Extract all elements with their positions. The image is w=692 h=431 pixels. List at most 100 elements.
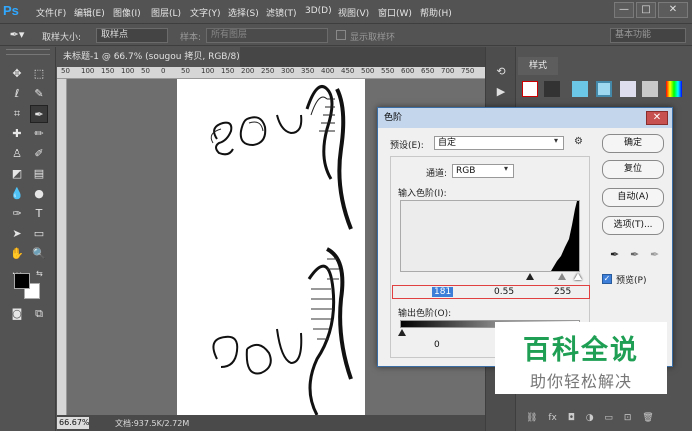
show-ring-checkbox[interactable] xyxy=(336,30,346,40)
midtone-slider[interactable] xyxy=(558,273,566,280)
channel-label: 通道: xyxy=(426,169,448,179)
style-swatch[interactable] xyxy=(596,81,612,97)
dodge-tool-icon[interactable]: ● xyxy=(30,185,48,203)
crop-tool-icon[interactable]: ⌗ xyxy=(8,105,26,123)
close-window-button[interactable]: ✕ xyxy=(658,2,688,18)
ruler-tick-label: 550 xyxy=(381,67,395,75)
levels-dialog-title[interactable]: 色阶 xyxy=(378,108,672,128)
reset-button[interactable]: 复位 xyxy=(602,160,664,179)
link-layers-icon[interactable]: ⛓ xyxy=(526,413,537,423)
gradient-tool-icon[interactable]: ▤ xyxy=(30,165,48,183)
sample-layers-select[interactable]: 所有图层 xyxy=(206,28,328,43)
menu-edit[interactable]: 编辑(E) xyxy=(74,6,105,19)
input-gamma-value[interactable]: 0.55 xyxy=(494,287,514,297)
history-panel-icon[interactable]: ⟲ xyxy=(492,65,510,78)
rectangle-tool-icon[interactable]: ▭ xyxy=(30,225,48,243)
lasso-tool-icon[interactable]: ℓ xyxy=(8,85,26,103)
output-black-value[interactable]: 0 xyxy=(434,340,440,350)
clone-stamp-tool-icon[interactable]: ♙ xyxy=(8,145,26,163)
sample-size-select[interactable]: 取样点 xyxy=(96,28,168,43)
ruler-tick-label: 50 xyxy=(141,67,150,75)
input-white-value[interactable]: 255 xyxy=(554,287,571,297)
output-black-slider[interactable] xyxy=(398,329,406,336)
preview-checkbox[interactable]: ✓ xyxy=(602,274,612,284)
foreground-color-swatch[interactable] xyxy=(14,273,30,289)
status-bar: 66.67% 文档:937.5K/2.72M xyxy=(57,415,485,431)
hand-tool-icon[interactable]: ✋ xyxy=(8,245,26,263)
menu-type[interactable]: 文字(Y) xyxy=(190,6,221,19)
photoshop-logo: Ps xyxy=(3,3,19,18)
path-select-tool-icon[interactable]: ➤ xyxy=(8,225,26,243)
quick-select-tool-icon[interactable]: ✎ xyxy=(30,85,48,103)
menu-file[interactable]: 文件(F) xyxy=(36,6,66,19)
preset-select[interactable]: 自定 xyxy=(434,136,564,150)
actions-panel-icon[interactable]: ▶ xyxy=(492,85,510,98)
white-eyedropper-icon[interactable]: ✒ xyxy=(650,248,659,261)
document-canvas[interactable] xyxy=(177,79,365,415)
blur-tool-icon[interactable]: 💧 xyxy=(8,185,26,203)
screen-mode-icon[interactable]: ⧉ xyxy=(30,305,48,323)
fx-icon[interactable]: fx xyxy=(548,413,557,423)
menu-window[interactable]: 窗口(W) xyxy=(378,6,412,19)
healing-brush-tool-icon[interactable]: ✚ xyxy=(8,125,26,143)
style-swatch[interactable] xyxy=(544,81,560,97)
gray-eyedropper-icon[interactable]: ✒ xyxy=(630,248,639,261)
style-swatch[interactable] xyxy=(666,81,682,97)
move-tool-icon[interactable]: ✥ xyxy=(8,65,26,83)
tab-styles[interactable]: 样式 xyxy=(518,57,558,75)
menu-image[interactable]: 图像(I) xyxy=(113,6,141,19)
ruler-tick-label: 100 xyxy=(201,67,215,75)
style-swatch[interactable] xyxy=(642,81,658,97)
eyedropper-tool-icon[interactable]: ✒ xyxy=(30,105,48,123)
options-button[interactable]: 选项(T)... xyxy=(602,216,664,235)
ok-button[interactable]: 确定 xyxy=(602,134,664,153)
levels-close-button[interactable]: ✕ xyxy=(646,111,668,125)
chevron-down-icon: ▾ xyxy=(554,136,559,145)
brush-tool-icon[interactable]: ✏ xyxy=(30,125,48,143)
auto-button[interactable]: 自动(A) xyxy=(602,188,664,207)
adjustment-layer-icon[interactable]: ◑ xyxy=(586,413,594,423)
ruler-tick-label: 250 xyxy=(261,67,275,75)
add-mask-icon[interactable]: ◘ xyxy=(568,413,575,423)
delete-layer-icon[interactable]: 🗑 xyxy=(642,413,653,423)
preset-options-gear-icon[interactable]: ⚙ xyxy=(574,136,583,147)
menu-select[interactable]: 选择(S) xyxy=(228,6,259,19)
menu-help[interactable]: 帮助(H) xyxy=(420,6,452,19)
maximize-button[interactable]: □ xyxy=(636,2,656,18)
menu-filter[interactable]: 滤镜(T) xyxy=(266,6,297,19)
menu-view[interactable]: 视图(V) xyxy=(338,6,369,19)
minimize-button[interactable]: — xyxy=(614,2,634,18)
ruler-tick-label: 400 xyxy=(321,67,335,75)
menu-3d[interactable]: 3D(D) xyxy=(305,6,332,16)
new-layer-icon[interactable]: ⊡ xyxy=(624,413,632,423)
swap-colors-icon[interactable]: ⇆ xyxy=(36,269,43,278)
sample-label: 样本: xyxy=(180,33,202,43)
history-brush-tool-icon[interactable]: ✐ xyxy=(30,145,48,163)
ruler-tick-label: 150 xyxy=(101,67,115,75)
style-swatch[interactable] xyxy=(572,81,588,97)
histogram xyxy=(400,200,580,272)
black-point-slider[interactable] xyxy=(526,273,534,280)
new-group-icon[interactable]: ▭ xyxy=(604,413,613,423)
toolbar-grip[interactable] xyxy=(6,49,50,55)
ruler-tick-label: 500 xyxy=(361,67,375,75)
workspace-select[interactable]: 基本功能 xyxy=(610,28,686,43)
zoom-tool-icon[interactable]: 🔍 xyxy=(30,245,48,263)
quick-mask-icon[interactable]: ◙ xyxy=(8,305,26,323)
menu-layer[interactable]: 图层(L) xyxy=(151,6,181,19)
zoom-field[interactable]: 66.67% xyxy=(57,417,90,429)
white-point-slider[interactable] xyxy=(574,273,582,280)
input-slider-track[interactable] xyxy=(400,273,582,281)
marquee-tool-icon[interactable]: ⬚ xyxy=(30,65,48,83)
style-swatch[interactable] xyxy=(620,81,636,97)
pen-tool-icon[interactable]: ✑ xyxy=(8,205,26,223)
watermark-logo: 百科全说 助你轻松解决 xyxy=(495,322,667,394)
ruler-tick-label: 650 xyxy=(421,67,435,75)
eraser-tool-icon[interactable]: ◩ xyxy=(8,165,26,183)
document-tab[interactable]: 未标题-1 @ 66.7% (sougou 拷贝, RGB/8) * × xyxy=(57,47,240,67)
style-swatch-none[interactable] xyxy=(522,81,538,97)
input-black-value[interactable]: 181 xyxy=(432,287,454,297)
eyedropper-preset-icon[interactable]: ✒▾ xyxy=(6,27,28,43)
type-tool-icon[interactable]: T xyxy=(30,205,48,223)
black-eyedropper-icon[interactable]: ✒ xyxy=(610,248,619,261)
